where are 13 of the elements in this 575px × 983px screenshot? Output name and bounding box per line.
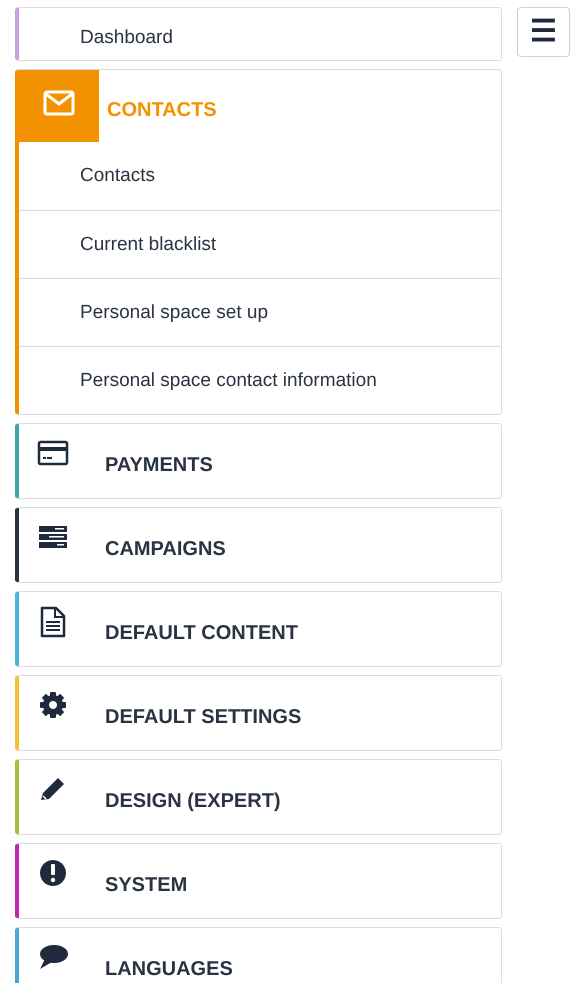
menu-link[interactable]: Contacts [19,142,501,210]
section-toggle[interactable]: DEFAULT CONTENT [19,592,501,666]
menu-link[interactable]: Personal space set up [19,278,501,346]
section-toggle[interactable]: LANGUAGES [19,928,501,983]
menu-link[interactable]: Current blacklist [19,210,501,278]
section-toggle[interactable]: DEFAULT SETTINGS [19,676,501,750]
menu-link[interactable]: Personal space contact information [19,346,501,414]
section-toggle[interactable]: CAMPAIGNS [19,508,501,582]
menu-button[interactable]: ☰ [517,7,570,57]
section-toggle[interactable]: SYSTEM [19,844,501,918]
section-toggle[interactable]: DESIGN (EXPERT) [19,760,501,834]
menu-link[interactable]: Dashboard [19,8,501,60]
section-toggle[interactable]: PAYMENTS [19,424,501,498]
